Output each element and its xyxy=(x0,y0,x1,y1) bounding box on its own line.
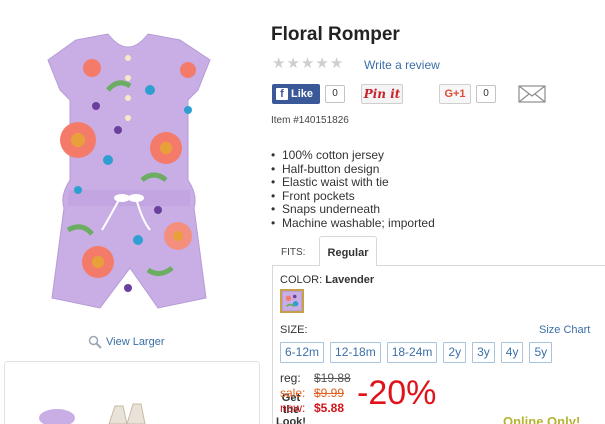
size-label: SIZE: xyxy=(280,324,308,336)
facebook-like-count: 0 xyxy=(325,85,345,103)
size-options: 6-12m 12-18m 18-24m 2y 3y 4y 5y xyxy=(280,342,553,363)
view-larger-link[interactable]: View Larger xyxy=(88,335,165,349)
sale-price: $9.99 xyxy=(314,386,345,400)
fits-label: FITS: xyxy=(281,247,306,258)
size-option-6-12m[interactable]: 6-12m xyxy=(280,342,325,363)
sale-price-label: sale: xyxy=(280,386,306,400)
facebook-like-label: Like xyxy=(291,88,314,100)
regular-price-row: reg: $19.88 xyxy=(280,371,351,386)
magnifier-icon xyxy=(88,335,102,349)
pinterest-pin-button[interactable]: Pin it xyxy=(361,84,403,104)
tab-regular[interactable]: Regular xyxy=(319,236,377,266)
size-option-3y[interactable]: 3y xyxy=(472,342,495,363)
facebook-icon: f xyxy=(276,88,288,100)
feature-item: Snaps underneath xyxy=(270,202,435,217)
feature-list: 100% cotton jersey Half-button design El… xyxy=(270,148,435,231)
write-review-link[interactable]: Write a review xyxy=(364,58,440,72)
product-title: Floral Romper xyxy=(271,24,400,45)
feature-item: Elastic waist with tie xyxy=(270,175,435,190)
size-option-12-18m[interactable]: 12-18m xyxy=(330,342,381,363)
size-option-18-24m[interactable]: 18-24m xyxy=(386,342,438,363)
product-image[interactable] xyxy=(38,30,218,330)
color-label: COLOR: Lavender xyxy=(280,274,374,286)
view-larger-label: View Larger xyxy=(106,336,165,348)
size-option-5y[interactable]: 5y xyxy=(529,342,553,363)
regular-price-label: reg: xyxy=(280,371,301,385)
star-icon: ★ xyxy=(329,55,344,72)
color-value: Lavender xyxy=(325,274,375,286)
envelope-icon[interactable] xyxy=(518,84,546,104)
price-block: reg: $19.88 sale: $9.99 now: $5.88 xyxy=(280,371,351,416)
share-row: f Like 0 Pin it G+1 0 xyxy=(272,84,602,106)
star-icon: ★ xyxy=(272,55,286,72)
size-chart-link[interactable]: Size Chart xyxy=(539,324,590,336)
now-price: $5.88 xyxy=(314,401,345,415)
discount-badge: -20% xyxy=(357,374,437,412)
feature-item: Machine washable; imported xyxy=(270,216,435,231)
color-swatch-lavender[interactable] xyxy=(280,289,304,313)
get-the-look-thumbnails[interactable] xyxy=(35,396,155,424)
size-option-4y[interactable]: 4y xyxy=(500,342,524,363)
feature-item: Half-button design xyxy=(270,162,435,177)
item-number: Item #140151826 xyxy=(271,115,349,126)
rating-stars: ★ ★ ★ ★ ★ xyxy=(272,56,343,71)
color-label-text: COLOR: xyxy=(280,274,323,286)
now-price-row: now: $5.88 xyxy=(280,401,351,416)
feature-item: 100% cotton jersey xyxy=(270,148,435,163)
sale-price-row: sale: $9.99 xyxy=(280,386,351,401)
feature-item: Front pockets xyxy=(270,189,435,204)
google-plus-count: 0 xyxy=(476,85,496,103)
online-only-badge: Online Only! xyxy=(503,414,581,424)
facebook-like-button[interactable]: f Like xyxy=(272,84,320,104)
get-the-look-panel: Get the Look! xyxy=(4,361,306,424)
size-option-2y[interactable]: 2y xyxy=(443,342,467,363)
now-price-label: now: xyxy=(280,401,306,415)
star-icon: ★ xyxy=(286,55,300,72)
regular-price: $19.88 xyxy=(314,371,351,385)
star-icon: ★ xyxy=(300,55,315,72)
google-plus-button[interactable]: G+1 xyxy=(439,84,471,104)
star-icon: ★ xyxy=(315,55,329,72)
